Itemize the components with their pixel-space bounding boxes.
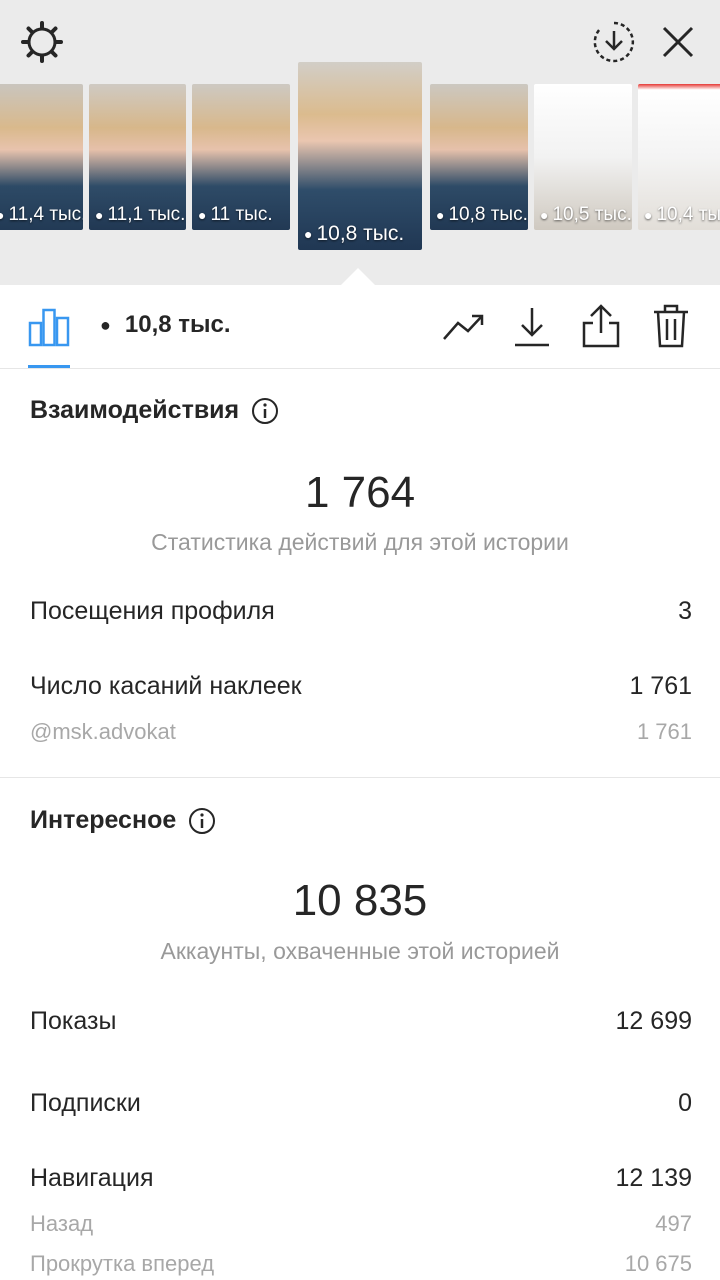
thumbnail-views: ● 11 тыс. — [198, 204, 273, 225]
story-thumbnail[interactable]: ● 10,8 тыс. — [430, 84, 528, 230]
story-thumbnail[interactable]: ● 11,4 тыс. — [0, 84, 83, 230]
section-divider — [0, 777, 720, 778]
thumbnail-views: ● 10,8 тыс. — [436, 204, 528, 225]
stat-value: 12 139 — [615, 1164, 692, 1192]
stat-row: Посещения профиля 3 — [30, 597, 692, 626]
download-icon[interactable] — [512, 305, 552, 349]
views-count: ● 10,8 тыс. — [100, 311, 231, 338]
discovery-section-title: Интересное — [30, 806, 216, 835]
stat-label: Прокрутка вперед — [30, 1251, 215, 1276]
thumbnail-views: ● 10,5 тыс. — [540, 204, 632, 225]
eye-icon: ● — [644, 207, 653, 223]
story-thumbnails: ● 11,4 тыс. ● 11,1 тыс. ● 11 тыс. ● 10,8 тыс… — [0, 62, 720, 262]
story-thumbnail[interactable]: ● 11,1 тыс. — [89, 84, 186, 230]
stat-row: Показы 12 699 — [30, 1007, 692, 1036]
eye-icon: ● — [100, 314, 111, 335]
stat-label: Показы — [30, 1007, 117, 1035]
eye-icon: ● — [436, 207, 445, 223]
thumbnail-views: ●10,4 тыс. — [644, 204, 720, 225]
story-thumbnail[interactable]: ● 10,5 тыс. — [534, 84, 632, 230]
interactions-section-title: Взаимодействия — [30, 396, 279, 425]
stat-label: Назад — [30, 1211, 94, 1236]
stat-label: @msk.advokat — [30, 719, 176, 744]
close-icon[interactable] — [658, 22, 698, 62]
stat-value: 10 675 — [624, 1251, 692, 1276]
story-thumbnail[interactable]: ●10,4 тыс. — [638, 84, 720, 230]
download-circle-icon[interactable] — [592, 20, 636, 64]
stat-label: Подписки — [30, 1089, 141, 1117]
stat-row: Навигация 12 139 — [30, 1164, 692, 1193]
trash-icon[interactable] — [652, 303, 690, 349]
bar-chart-icon[interactable] — [28, 307, 70, 347]
trending-icon[interactable] — [442, 311, 486, 343]
eye-icon: ● — [198, 207, 207, 223]
story-thumbnail-selected[interactable]: ● 10,8 тыс. — [298, 62, 422, 250]
stat-value: 1 761 — [636, 719, 692, 744]
discovery-subtitle: Аккаунты, охваченные этой историей — [160, 938, 560, 964]
stat-value: 1 761 — [629, 672, 692, 700]
stat-subrow: Прокрутка вперед 10 675 — [30, 1251, 692, 1277]
eye-icon: ● — [304, 226, 313, 242]
stat-subrow: Назад 497 — [30, 1211, 692, 1237]
stat-label: Число касаний наклеек — [30, 672, 302, 700]
stat-value: 0 — [678, 1089, 692, 1117]
stat-subrow: @msk.advokat 1 761 — [30, 719, 692, 745]
thumbnail-views: ● 11,4 тыс. — [0, 204, 83, 226]
eye-icon: ● — [540, 207, 549, 223]
stat-row: Подписки 0 — [30, 1089, 692, 1118]
story-thumbnail[interactable]: ● 11 тыс. — [192, 84, 290, 230]
thumbnail-views: ● 10,8 тыс. — [304, 222, 405, 245]
stat-value: 497 — [655, 1211, 692, 1236]
insights-toolbar: ● 10,8 тыс. — [0, 285, 720, 369]
selected-story-pointer — [340, 268, 376, 286]
eye-icon: ● — [0, 207, 5, 223]
share-icon[interactable] — [580, 303, 622, 349]
eye-icon: ● — [95, 207, 104, 223]
discovery-total: 10 835 — [292, 876, 428, 925]
gear-icon[interactable] — [20, 20, 64, 64]
stat-row: Число касаний наклеек 1 761 — [30, 672, 692, 701]
stat-value: 12 699 — [615, 1007, 692, 1035]
info-icon[interactable] — [251, 397, 279, 425]
stories-carousel-area: ● 11,4 тыс. ● 11,1 тыс. ● 11 тыс. ● 10,8 тыс… — [0, 0, 720, 286]
thumbnail-views: ● 11,1 тыс. — [95, 204, 186, 225]
active-tab-indicator — [28, 365, 70, 368]
interactions-total: 1 764 — [304, 468, 416, 517]
info-icon[interactable] — [188, 807, 216, 835]
stat-label: Навигация — [30, 1164, 154, 1192]
stat-label: Посещения профиля — [30, 597, 275, 625]
interactions-subtitle: Статистика действий для этой истории — [151, 529, 569, 555]
stat-value: 3 — [678, 597, 692, 625]
